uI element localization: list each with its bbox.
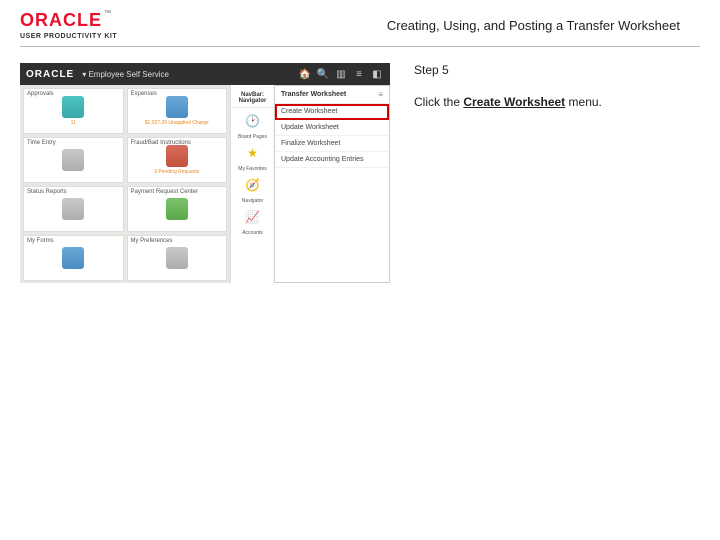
navbar-header: NavBar: Navigator (231, 89, 274, 108)
rail-label: Navigator (242, 198, 263, 204)
person-icon (62, 198, 84, 220)
app-topbar: ORACLE ▾ Employee Self Service 🏠 🔍 ▥ ≡ ◧ (20, 63, 390, 85)
instruction-text: Click the Create Worksheet menu. (414, 93, 694, 111)
tile-label: Payment Request Center (131, 189, 198, 195)
oracle-wordmark: ORACLE (20, 10, 102, 30)
menu-finalize-worksheet[interactable]: Finalize Worksheet (275, 136, 389, 152)
search-icon[interactable]: 🔍 (316, 67, 330, 81)
content-row: ORACLE ▾ Employee Self Service 🏠 🔍 ▥ ≡ ◧… (0, 47, 720, 299)
trademark-symbol: ™ (104, 10, 111, 17)
tile-expenses[interactable]: Expenses $1,027.20 Unapplied Charge (127, 88, 228, 134)
tile-my-preferences[interactable]: My Preferences (127, 235, 228, 281)
rail-label: Board Pages (238, 134, 267, 140)
tile-fraud[interactable]: Fraud/Bad Instructions 3 Pending Request… (127, 137, 228, 183)
rail-label: My Favorites (238, 166, 267, 172)
flyout-title: Transfer Worksheet (281, 91, 346, 98)
homepage-tiles: Approvals 11 Expenses $1,027.20 Unapplie… (20, 85, 230, 283)
briefcase-icon (166, 145, 188, 167)
menu-update-worksheet[interactable]: Update Worksheet (275, 120, 389, 136)
tile-label: Status Reports (27, 189, 67, 195)
expenses-icon (166, 96, 188, 118)
navigator-icon[interactable]: 🧭 (243, 175, 263, 195)
instruction-target: Create Worksheet (463, 95, 565, 109)
notifications-icon[interactable]: ▥ (334, 67, 348, 81)
app-workspace: Approvals 11 Expenses $1,027.20 Unapplie… (20, 85, 390, 283)
app-context-dropdown[interactable]: ▾ Employee Self Service (82, 70, 169, 79)
instruction-panel: Step 5 Click the Create Worksheet menu. (408, 63, 700, 283)
tile-subtext: 3 Pending Requests (154, 169, 199, 175)
app-screenshot: ORACLE ▾ Employee Self Service 🏠 🔍 ▥ ≡ ◧… (20, 63, 390, 283)
menu-create-worksheet[interactable]: Create Worksheet (275, 104, 389, 120)
tile-label: Fraud/Bad Instructions (131, 140, 191, 146)
oracle-upk-logo: ORACLE™ USER PRODUCTIVITY KIT (20, 10, 117, 40)
navbar-rail: NavBar: Navigator 🕑 Board Pages ★ My Fav… (230, 85, 274, 283)
home-icon[interactable]: 🏠 (298, 67, 312, 81)
accounts-icon[interactable]: 📈 (243, 207, 263, 227)
instruction-post: menu. (565, 95, 602, 109)
page-title: Creating, Using, and Posting a Transfer … (387, 18, 680, 33)
page-header: ORACLE™ USER PRODUCTIVITY KIT Creating, … (0, 0, 720, 46)
upk-label: USER PRODUCTIVITY KIT (20, 33, 117, 40)
preferences-icon (166, 247, 188, 269)
menu-update-accounting-entries[interactable]: Update Accounting Entries (275, 152, 389, 168)
tile-payment-request[interactable]: Payment Request Center (127, 186, 228, 232)
time-entry-icon (62, 149, 84, 171)
tile-label: My Forms (27, 238, 54, 244)
tile-label: Approvals (27, 91, 54, 97)
app-brand: ORACLE (26, 69, 74, 80)
recent-pages-icon[interactable]: 🕑 (243, 111, 263, 131)
tile-label: Time Entry (27, 140, 56, 146)
flyout-menu-icon[interactable]: ≡ (378, 90, 383, 99)
payment-icon (166, 198, 188, 220)
rail-label: Accounts (242, 230, 263, 236)
tile-label: Expenses (131, 91, 157, 97)
flyout-header: Transfer Worksheet ≡ (275, 86, 389, 104)
tile-approvals[interactable]: Approvals 11 (23, 88, 124, 134)
tile-subtext: 11 (71, 120, 76, 126)
instruction-pre: Click the (414, 95, 463, 109)
navbar-icon[interactable]: ◧ (370, 67, 384, 81)
tile-time-entry[interactable]: Time Entry (23, 137, 124, 183)
forms-icon (62, 247, 84, 269)
approvals-icon (62, 96, 84, 118)
step-label: Step 5 (414, 63, 694, 77)
menu-icon[interactable]: ≡ (352, 67, 366, 81)
tile-my-forms[interactable]: My Forms (23, 235, 124, 281)
tile-status-reports[interactable]: Status Reports (23, 186, 124, 232)
transfer-worksheet-flyout: Transfer Worksheet ≡ Create Worksheet Up… (274, 85, 390, 283)
tile-subtext: $1,027.20 Unapplied Charge (145, 120, 209, 126)
favorites-icon[interactable]: ★ (243, 143, 263, 163)
tile-label: My Preferences (131, 238, 173, 244)
